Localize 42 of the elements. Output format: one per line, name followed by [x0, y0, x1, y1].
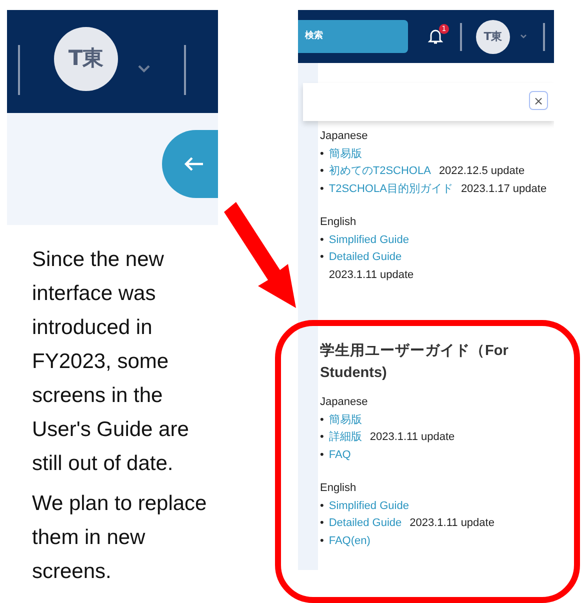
- arrow-left-icon: [184, 156, 204, 172]
- user-avatar[interactable]: T東: [54, 27, 118, 91]
- language-label: English: [320, 215, 358, 230]
- update-note: 2023.1.11 update: [370, 430, 455, 445]
- guide-link[interactable]: Simplified Guide: [328, 500, 409, 512]
- language-label: Japanese: [320, 395, 369, 410]
- bullet: •: [320, 412, 324, 428]
- guide-link[interactable]: 初めてのT2SCHOLA: [328, 165, 431, 177]
- search-button[interactable]: 検索: [298, 20, 408, 53]
- update-note: 2023.1.11 update: [410, 516, 494, 531]
- guide-link[interactable]: T2SCHOLA目的別ガイド: [328, 182, 453, 194]
- language-label: Japanese: [320, 129, 369, 144]
- bullet: •: [320, 164, 324, 179]
- bullet: •: [320, 250, 324, 265]
- guide-link[interactable]: 詳細版: [328, 431, 362, 443]
- language-label: English: [320, 481, 358, 496]
- caption-paragraph: Since the new interface was introduced in FY2023, some screens in the User's Guide are still out of date.: [32, 247, 190, 477]
- bullet: •: [320, 232, 324, 248]
- guide-link[interactable]: 簡易版: [328, 414, 362, 426]
- chevron-down-icon[interactable]: [520, 34, 527, 39]
- guide-link[interactable]: FAQ(en): [328, 534, 370, 546]
- update-note: 2022.12.5 update: [438, 164, 525, 179]
- bullet: •: [320, 430, 324, 445]
- bell-icon[interactable]: [428, 28, 443, 45]
- bullet: •: [320, 448, 324, 462]
- update-note: 2023.1.11 update: [328, 268, 415, 282]
- user-avatar[interactable]: T東: [476, 20, 510, 54]
- bullet: •: [320, 182, 324, 196]
- bullet: •: [320, 498, 324, 514]
- caption-paragraph: We plan to replace them in new screens.: [32, 491, 208, 585]
- guide-link[interactable]: 簡易版: [328, 148, 362, 160]
- guide-link[interactable]: FAQ: [328, 448, 351, 460]
- guide-link[interactable]: Detailed Guide: [328, 251, 402, 263]
- chevron-down-icon[interactable]: [138, 65, 150, 73]
- bullet: •: [320, 534, 324, 548]
- bullet: •: [320, 146, 324, 162]
- update-note: 2023.1.17 update: [460, 182, 547, 196]
- close-button[interactable]: ×: [529, 91, 548, 110]
- section-heading: 学生用ユーザーガイド（For Students): [320, 342, 510, 383]
- bullet: •: [320, 516, 324, 531]
- guide-link[interactable]: Detailed Guide: [328, 517, 402, 529]
- guide-link[interactable]: Simplified Guide: [328, 234, 409, 246]
